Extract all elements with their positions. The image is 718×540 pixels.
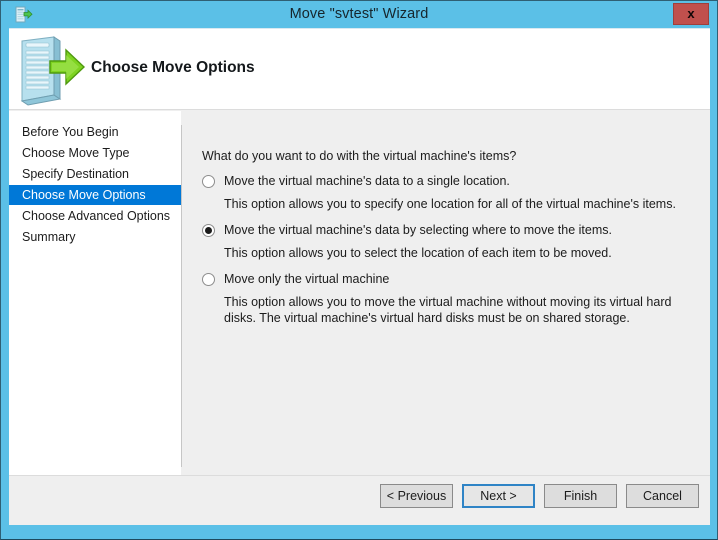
sidebar-item-specify-destination[interactable]: Specify Destination [9, 164, 181, 184]
option-description: This option allows you to select the loc… [224, 245, 702, 261]
option-label[interactable]: Move the virtual machine's data by selec… [224, 222, 702, 239]
move-options-radio-group: Move the virtual machine's data to a sin… [202, 173, 702, 336]
option-description: This option allows you to move the virtu… [224, 294, 702, 326]
option-label[interactable]: Move only the virtual machine [224, 271, 702, 288]
radio-vm-only[interactable] [202, 273, 215, 286]
server-move-arrow-icon [14, 31, 86, 107]
option-label[interactable]: Move the virtual machine's data to a sin… [224, 173, 702, 190]
radio-single-location[interactable] [202, 175, 215, 188]
footer-button-row: < Previous Next > Finish Cancel [380, 484, 699, 508]
page-title: Choose Move Options [91, 59, 255, 77]
wizard-step-list: Before You Begin Choose Move Type Specif… [9, 111, 181, 476]
sidebar-item-choose-move-type[interactable]: Choose Move Type [9, 143, 181, 163]
previous-button[interactable]: < Previous [380, 484, 453, 508]
content-question: What do you want to do with the virtual … [202, 149, 516, 163]
finish-button[interactable]: Finish [544, 484, 617, 508]
wizard-content: What do you want to do with the virtual … [182, 111, 710, 476]
title-bar: Move "svtest" Wizard x [1, 1, 717, 28]
close-icon[interactable]: x [673, 3, 709, 25]
window-title: Move "svtest" Wizard [1, 1, 717, 28]
sidebar-item-choose-move-options[interactable]: Choose Move Options [9, 185, 181, 205]
wizard-window: Move "svtest" Wizard x [0, 0, 718, 540]
radio-select-locations[interactable] [202, 224, 215, 237]
wizard-header: Choose Move Options [9, 29, 710, 110]
option-select-locations[interactable]: Move the virtual machine's data by selec… [202, 222, 702, 261]
wizard-footer: < Previous Next > Finish Cancel [9, 475, 710, 525]
option-description: This option allows you to specify one lo… [224, 196, 702, 212]
cancel-button[interactable]: Cancel [626, 484, 699, 508]
option-single-location[interactable]: Move the virtual machine's data to a sin… [202, 173, 702, 212]
next-button[interactable]: Next > [462, 484, 535, 508]
sidebar-item-before-you-begin[interactable]: Before You Begin [9, 122, 181, 142]
sidebar-item-choose-advanced-options[interactable]: Choose Advanced Options [9, 206, 181, 226]
option-vm-only[interactable]: Move only the virtual machine This optio… [202, 271, 702, 326]
sidebar-item-summary[interactable]: Summary [9, 227, 181, 247]
wizard-dialog: Choose Move Options Before You Begin Cho… [9, 28, 710, 525]
